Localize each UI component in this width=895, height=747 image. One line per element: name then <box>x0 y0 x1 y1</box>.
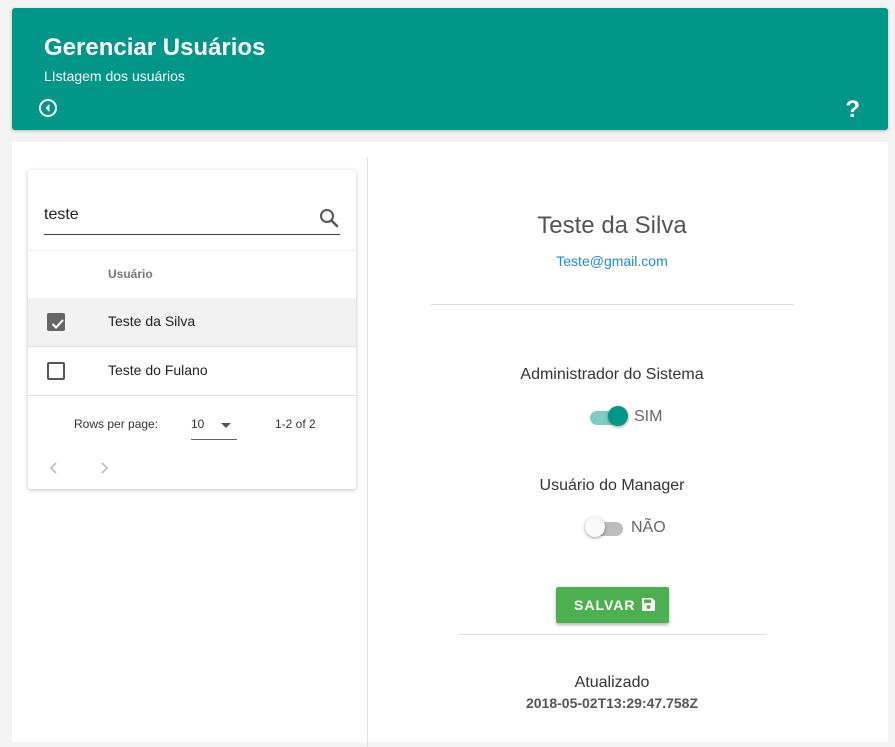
table-row[interactable]: Teste da Silva <box>28 298 356 347</box>
manager-toggle[interactable]: NÃO <box>585 517 677 539</box>
check-icon <box>51 319 64 329</box>
manager-toggle-state: NÃO <box>631 519 666 536</box>
search-field <box>44 200 340 235</box>
save-button[interactable]: SALVAR <box>556 587 669 623</box>
floppy-disk-icon <box>642 598 655 611</box>
back-button[interactable] <box>38 98 58 118</box>
column-header-usuario[interactable]: Usuário <box>108 267 153 281</box>
admin-toggle-state: SIM <box>634 408 663 425</box>
user-detail-panel: Teste da Silva Teste@gmail.com Administr… <box>368 142 856 742</box>
save-button-label: SALVAR <box>574 597 636 613</box>
updated-label: Atualizado <box>574 674 650 691</box>
page-subtitle: LIstagem dos usuários <box>44 68 185 84</box>
row-checkbox[interactable] <box>47 362 65 380</box>
chevron-right-icon[interactable] <box>98 461 110 475</box>
page-title: Gerenciar Usuários <box>44 34 266 61</box>
rows-per-page-value: 10 <box>191 417 205 431</box>
row-user-name: Teste do Fulano <box>108 362 208 378</box>
admin-label: Administrador do Sistema <box>520 366 704 383</box>
divider <box>459 634 766 635</box>
toggle-thumb <box>585 517 605 537</box>
search-icon[interactable] <box>318 207 340 229</box>
updated-timestamp: 2018-05-02T13:29:47.758Z <box>525 695 698 711</box>
main-panel: Usuário Teste da Silva Teste do Fulano R… <box>12 142 888 747</box>
chevron-left-icon[interactable] <box>48 461 60 475</box>
table-header: Usuário <box>28 250 356 299</box>
table-row[interactable]: Teste do Fulano <box>28 347 356 396</box>
dropdown-caret-icon <box>221 423 231 428</box>
manager-label: Usuário do Manager <box>539 477 685 494</box>
row-user-name: Teste da Silva <box>108 313 196 329</box>
user-email-link[interactable]: Teste@gmail.com <box>368 253 856 269</box>
row-checkbox[interactable] <box>47 313 65 331</box>
search-input[interactable] <box>44 206 304 224</box>
divider <box>431 304 794 305</box>
app-header: Gerenciar Usuários LIstagem dos usuários… <box>12 8 888 130</box>
pagination-range: 1-2 of 2 <box>275 417 316 431</box>
user-list-card: Usuário Teste da Silva Teste do Fulano R… <box>28 170 356 489</box>
help-button[interactable]: ? <box>845 96 860 124</box>
toggle-thumb <box>608 406 628 426</box>
rows-per-page-select[interactable]: 10 <box>191 411 237 440</box>
table-pagination: Rows per page: 10 1-2 of 2 <box>28 397 356 487</box>
admin-toggle[interactable]: SIM <box>590 406 680 428</box>
user-name: Teste da Silva <box>537 212 687 239</box>
back-circle-icon <box>39 99 57 117</box>
rows-per-page-label: Rows per page: <box>74 417 159 431</box>
